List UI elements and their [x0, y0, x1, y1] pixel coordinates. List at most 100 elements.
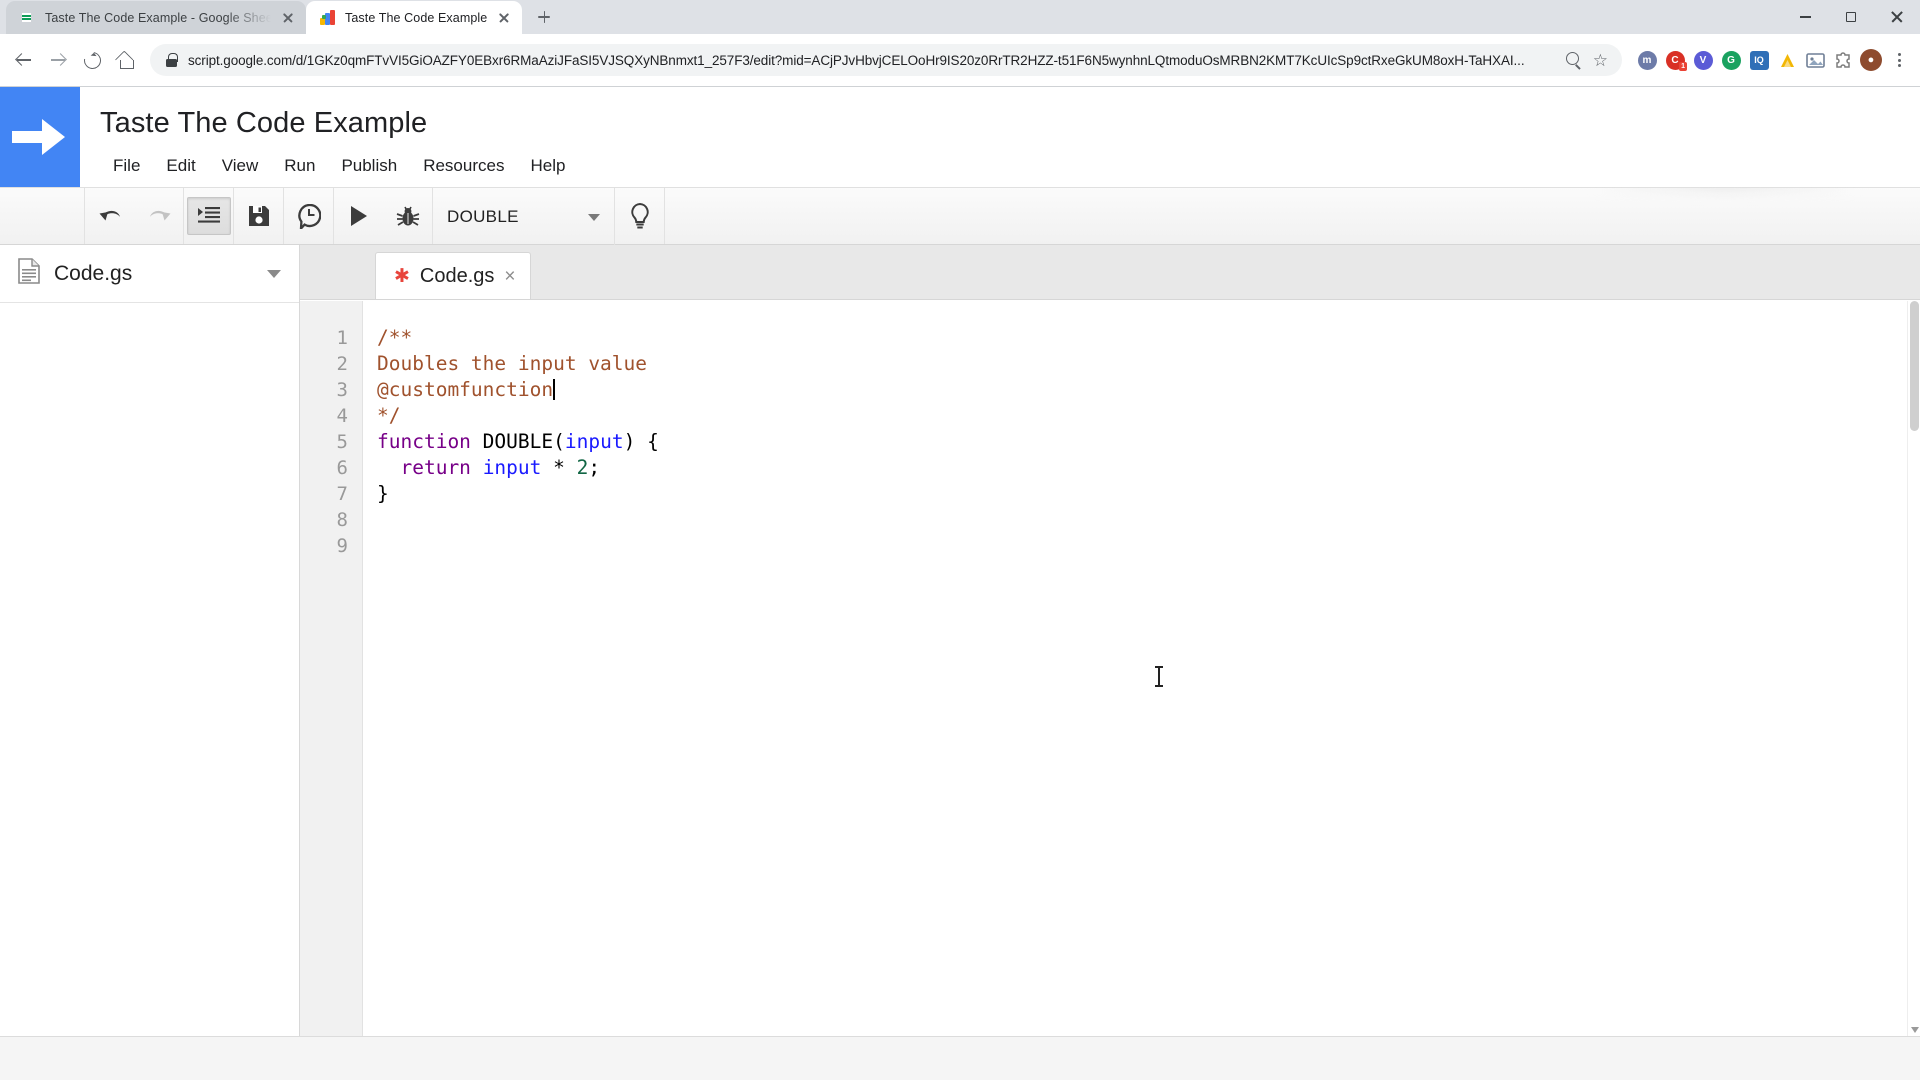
indent-icon — [197, 206, 220, 226]
status-bar — [0, 1036, 1920, 1080]
toolbar-group-history-version — [284, 188, 334, 244]
extension-g-icon[interactable]: G — [1718, 47, 1744, 73]
debug-icon — [396, 205, 420, 228]
hint-button[interactable] — [615, 187, 664, 245]
code-token: ( — [553, 430, 565, 453]
function-select[interactable]: DOUBLE — [433, 188, 615, 246]
extension-yellow-icon[interactable] — [1774, 47, 1800, 73]
close-icon[interactable] — [280, 10, 296, 26]
app-header: Taste The Code Example File Edit View Ru… — [0, 87, 1920, 187]
lock-icon — [166, 53, 178, 67]
editor-tab-code-gs[interactable]: ✱ Code.gs × — [375, 252, 531, 299]
url-text[interactable]: script.google.com/d/1GKz0qmFTvVI5GiOAZFY… — [188, 53, 1555, 68]
close-icon[interactable]: × — [504, 267, 515, 286]
menu-item-edit[interactable]: Edit — [153, 151, 208, 181]
menu-item-view[interactable]: View — [209, 151, 272, 181]
run-button[interactable] — [334, 187, 383, 245]
minimize-button[interactable] — [1782, 0, 1828, 34]
code-text[interactable]: /** Doubles the input value @customfunctio… — [363, 301, 1920, 1036]
file-icon — [18, 258, 40, 289]
function-select-value: DOUBLE — [447, 207, 519, 226]
code-line[interactable]: return input * 2; — [377, 455, 1920, 481]
save-icon — [248, 205, 270, 227]
extension-m-icon[interactable]: m — [1634, 47, 1660, 73]
version-history-icon — [297, 203, 321, 229]
code-area[interactable]: 1 2 3 4 5 6 7 8 9 /** Doubles the input value @cus… — [300, 300, 1920, 1036]
maximize-button[interactable] — [1828, 0, 1874, 34]
code-token: @customfunction — [377, 378, 554, 401]
code-token: { — [635, 430, 659, 453]
menu-item-run[interactable]: Run — [271, 151, 328, 181]
code-line[interactable]: /** — [377, 325, 1920, 351]
forward-button[interactable] — [42, 44, 74, 76]
browser-tab-apps-script[interactable]: Taste The Code Example — [306, 1, 523, 34]
run-icon — [350, 206, 367, 226]
code-token: /** — [377, 326, 413, 349]
close-window-button[interactable] — [1874, 0, 1920, 34]
code-line[interactable]: Doubles the input value — [377, 351, 1920, 377]
code-line[interactable]: */ — [377, 403, 1920, 429]
vertical-scrollbar[interactable] — [1907, 301, 1920, 1036]
code-token: } — [377, 482, 389, 505]
new-tab-button[interactable] — [530, 3, 558, 31]
toolbar-group-save — [234, 188, 284, 244]
code-token: Doubles the input value — [377, 352, 648, 375]
code-line[interactable]: } — [377, 481, 1920, 507]
line-number: 8 — [336, 509, 348, 531]
indent-button[interactable] — [184, 187, 233, 245]
browser-tab-strip: Taste The Code Example - Google Sheets T… — [0, 0, 1920, 34]
menu-item-help[interactable]: Help — [517, 151, 578, 181]
code-token: input — [564, 430, 624, 453]
debug-button[interactable] — [383, 187, 432, 245]
address-bar[interactable]: script.google.com/d/1GKz0qmFTvVI5GiOAZFY… — [150, 44, 1622, 76]
toolbar-group-format — [184, 188, 234, 244]
code-line[interactable]: function DOUBLE(input) { — [377, 429, 1920, 455]
sidebar-item-code-gs[interactable]: Code.gs — [0, 245, 299, 303]
line-number: 4 — [336, 405, 348, 427]
code-line[interactable] — [377, 533, 1920, 559]
extension-v-icon[interactable]: V — [1690, 47, 1716, 73]
apps-script-arrow-logo — [0, 87, 80, 187]
menu-item-publish[interactable]: Publish — [328, 151, 410, 181]
version-history-button[interactable] — [284, 187, 333, 245]
redo-button[interactable] — [134, 187, 183, 245]
avatar[interactable]: ● — [1858, 47, 1884, 73]
home-button[interactable] — [110, 44, 142, 76]
line-number: 9 — [336, 535, 348, 557]
save-button[interactable] — [234, 187, 283, 245]
app-menu-bar: File Edit View Run Publish Resources Hel… — [100, 151, 1920, 181]
menu-item-resources[interactable]: Resources — [410, 151, 517, 181]
code-line[interactable] — [377, 507, 1920, 533]
browser-tab-sheets[interactable]: Taste The Code Example - Google Sheets — [6, 1, 306, 34]
scroll-down-icon[interactable] — [1911, 1027, 1919, 1033]
back-button[interactable] — [8, 44, 40, 76]
toolbar-group-run — [334, 188, 433, 244]
extension-red-badge-icon[interactable]: C 1 — [1662, 47, 1688, 73]
kebab-menu-icon[interactable] — [1886, 47, 1912, 73]
code-line[interactable]: @customfunction — [377, 377, 1920, 403]
line-number: 5 — [336, 431, 348, 453]
reload-button[interactable] — [76, 44, 108, 76]
text-cursor-icon — [1155, 666, 1163, 687]
browser-toolbar: script.google.com/d/1GKz0qmFTvVI5GiOAZFY… — [0, 34, 1920, 86]
line-number: 1 — [336, 327, 348, 349]
extension-image-icon[interactable] — [1802, 47, 1828, 73]
extension-iq-icon[interactable]: IQ — [1746, 47, 1772, 73]
file-sidebar: Code.gs — [0, 245, 300, 1036]
text-caret — [553, 379, 555, 400]
extension-puzzle-icon[interactable] — [1830, 47, 1856, 73]
browser-tab-title: Taste The Code Example — [345, 10, 488, 25]
undo-button[interactable] — [85, 187, 134, 245]
star-icon[interactable]: ☆ — [1593, 52, 1608, 69]
scrollbar-thumb[interactable] — [1910, 301, 1919, 431]
zoom-icon[interactable] — [1565, 52, 1582, 68]
code-token: input — [482, 456, 542, 479]
lightbulb-icon — [629, 203, 651, 229]
redo-icon — [146, 206, 172, 226]
menu-item-file[interactable]: File — [100, 151, 153, 181]
code-token: ) — [623, 430, 636, 453]
chevron-down-icon[interactable] — [267, 269, 281, 278]
close-icon[interactable] — [496, 10, 512, 26]
